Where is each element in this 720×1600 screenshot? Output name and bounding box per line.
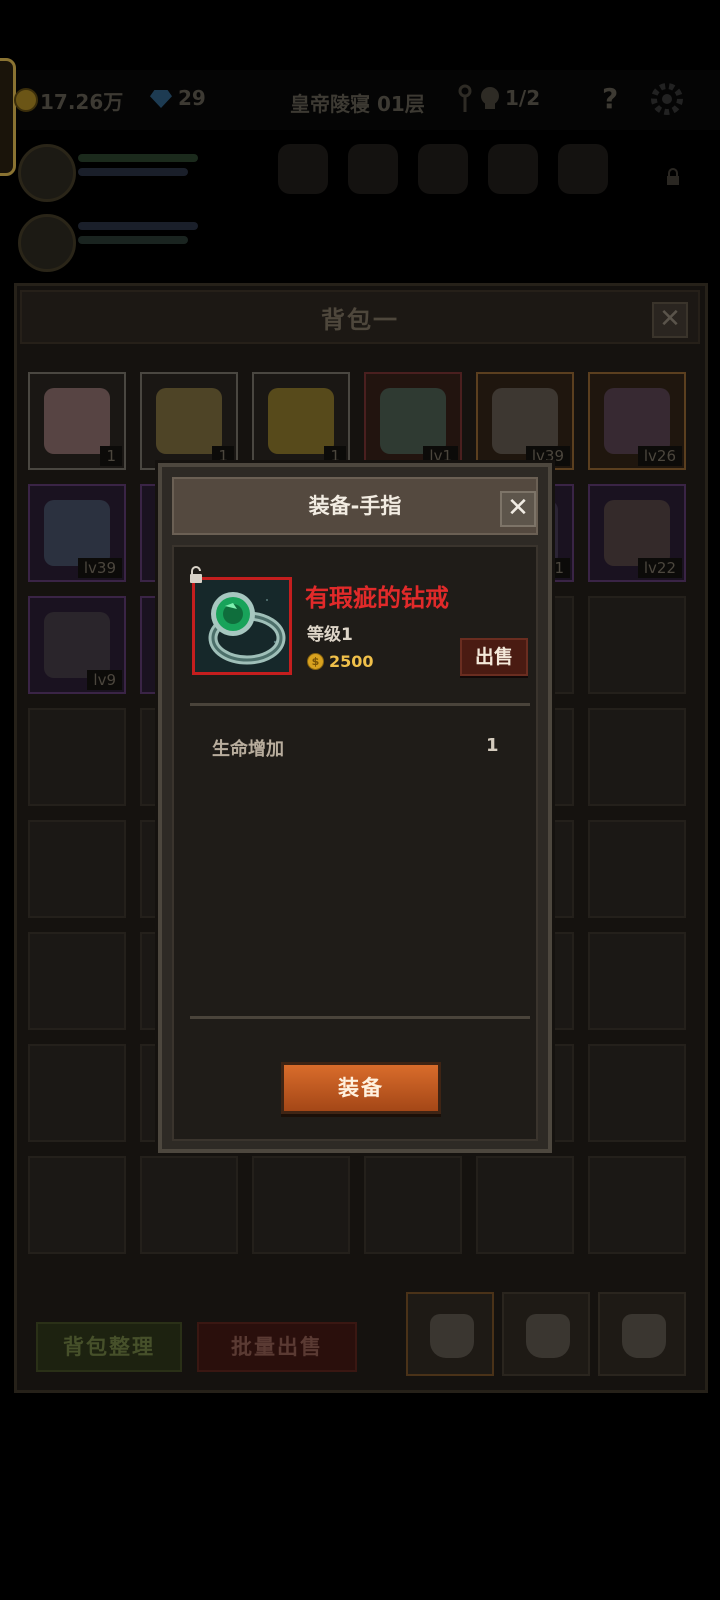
skill-slot-3[interactable] bbox=[418, 144, 468, 194]
side-badge[interactable] bbox=[0, 58, 16, 176]
key-counter: 1/2 bbox=[505, 86, 541, 110]
item-price: 2500 bbox=[329, 652, 374, 671]
inventory-slot[interactable] bbox=[476, 1156, 574, 1254]
gold-coin-icon bbox=[14, 88, 38, 112]
hero-hp-bar bbox=[78, 154, 198, 162]
dialog-close-button[interactable]: ✕ bbox=[500, 491, 536, 527]
settings-icon[interactable] bbox=[650, 82, 684, 116]
sell-button[interactable]: 出售 bbox=[460, 638, 528, 676]
divider-top bbox=[190, 703, 530, 706]
pet-portrait[interactable] bbox=[18, 214, 76, 272]
batch-sell-button[interactable]: 批量出售 bbox=[197, 1322, 357, 1372]
gold-amount: 17.26万 bbox=[40, 90, 124, 114]
inventory-slot[interactable] bbox=[252, 1156, 350, 1254]
beer-mug-icon bbox=[156, 388, 222, 454]
skill-slot-5[interactable] bbox=[558, 144, 608, 194]
inventory-slot[interactable] bbox=[28, 708, 126, 806]
gun-icon bbox=[44, 612, 110, 678]
bag-tab-3[interactable] bbox=[598, 1292, 686, 1376]
inventory-slot[interactable]: 1 bbox=[140, 372, 238, 470]
equip-button[interactable]: 装备 bbox=[281, 1062, 441, 1114]
bag-icon bbox=[526, 1314, 570, 1358]
skill-slot-4[interactable] bbox=[488, 144, 538, 194]
skull-icon bbox=[478, 86, 502, 110]
inventory-slot[interactable]: lv22 bbox=[588, 484, 686, 582]
inventory-slot[interactable] bbox=[28, 1044, 126, 1142]
shield-icon bbox=[44, 500, 110, 566]
unlocked-padlock-icon[interactable] bbox=[188, 566, 204, 584]
inventory-slot[interactable] bbox=[140, 1156, 238, 1254]
bow-icon bbox=[604, 388, 670, 454]
help-button[interactable]: ? bbox=[602, 82, 618, 115]
inventory-slot[interactable] bbox=[588, 596, 686, 694]
cheese-icon bbox=[268, 388, 334, 454]
inventory-slot[interactable]: lv26 bbox=[588, 372, 686, 470]
item-level: 等级1 bbox=[307, 625, 353, 645]
slot-label: 1 bbox=[100, 446, 122, 466]
slot-label: lv26 bbox=[637, 446, 682, 466]
skill-slot-1[interactable] bbox=[278, 144, 328, 194]
inventory-slot[interactable]: lv1 bbox=[364, 372, 462, 470]
inventory-slot[interactable]: lv39 bbox=[28, 484, 126, 582]
slot-label: lv39 bbox=[77, 558, 122, 578]
pet-bar-2 bbox=[78, 236, 188, 244]
coin-icon: $ bbox=[307, 653, 324, 670]
bag-tab-2[interactable] bbox=[502, 1292, 590, 1376]
ring-icon bbox=[380, 388, 446, 454]
inventory-slot[interactable] bbox=[28, 820, 126, 918]
slot-label: lv22 bbox=[637, 558, 682, 578]
dialog-title: 装备-手指 bbox=[308, 494, 402, 518]
backpack-title: 背包一 bbox=[321, 306, 399, 334]
diamond-ring-icon bbox=[195, 580, 289, 672]
slot-label: lv9 bbox=[87, 670, 122, 690]
bag-icon bbox=[430, 1314, 474, 1358]
lock-icon bbox=[666, 168, 680, 186]
item-icon-frame bbox=[192, 577, 292, 675]
inventory-slot[interactable]: 1 bbox=[252, 372, 350, 470]
bag-icon bbox=[622, 1314, 666, 1358]
inventory-slot[interactable] bbox=[28, 932, 126, 1030]
cake-icon bbox=[44, 388, 110, 454]
helmet-icon bbox=[604, 500, 670, 566]
inventory-slot[interactable] bbox=[588, 708, 686, 806]
skill-slot-2[interactable] bbox=[348, 144, 398, 194]
sword-icon bbox=[492, 388, 558, 454]
inventory-slot[interactable] bbox=[588, 1156, 686, 1254]
divider-bottom bbox=[190, 1016, 530, 1019]
key-icon bbox=[458, 84, 472, 114]
hero-mp-bar bbox=[78, 168, 188, 176]
inventory-slot[interactable] bbox=[588, 1044, 686, 1142]
inventory-slot[interactable] bbox=[364, 1156, 462, 1254]
stat-name: 生命增加 bbox=[212, 739, 284, 760]
item-name: 有瑕疵的钻戒 bbox=[305, 584, 449, 612]
inventory-slot[interactable] bbox=[28, 1156, 126, 1254]
pet-bar-1 bbox=[78, 222, 198, 230]
inventory-slot[interactable]: 1 bbox=[28, 372, 126, 470]
bag-tab-1[interactable] bbox=[406, 1292, 494, 1376]
hero-portrait[interactable] bbox=[18, 144, 76, 202]
inventory-slot[interactable]: lv9 bbox=[28, 596, 126, 694]
gem-amount: 29 bbox=[178, 86, 206, 110]
inventory-slot[interactable] bbox=[588, 820, 686, 918]
stat-value: 1 bbox=[486, 735, 499, 756]
location-label: 皇帝陵寝 01层 bbox=[290, 92, 425, 116]
inventory-slot[interactable]: lv39 bbox=[476, 372, 574, 470]
backpack-close-button[interactable]: ✕ bbox=[652, 302, 688, 338]
inventory-slot[interactable] bbox=[588, 932, 686, 1030]
sort-backpack-button[interactable]: 背包整理 bbox=[36, 1322, 182, 1372]
